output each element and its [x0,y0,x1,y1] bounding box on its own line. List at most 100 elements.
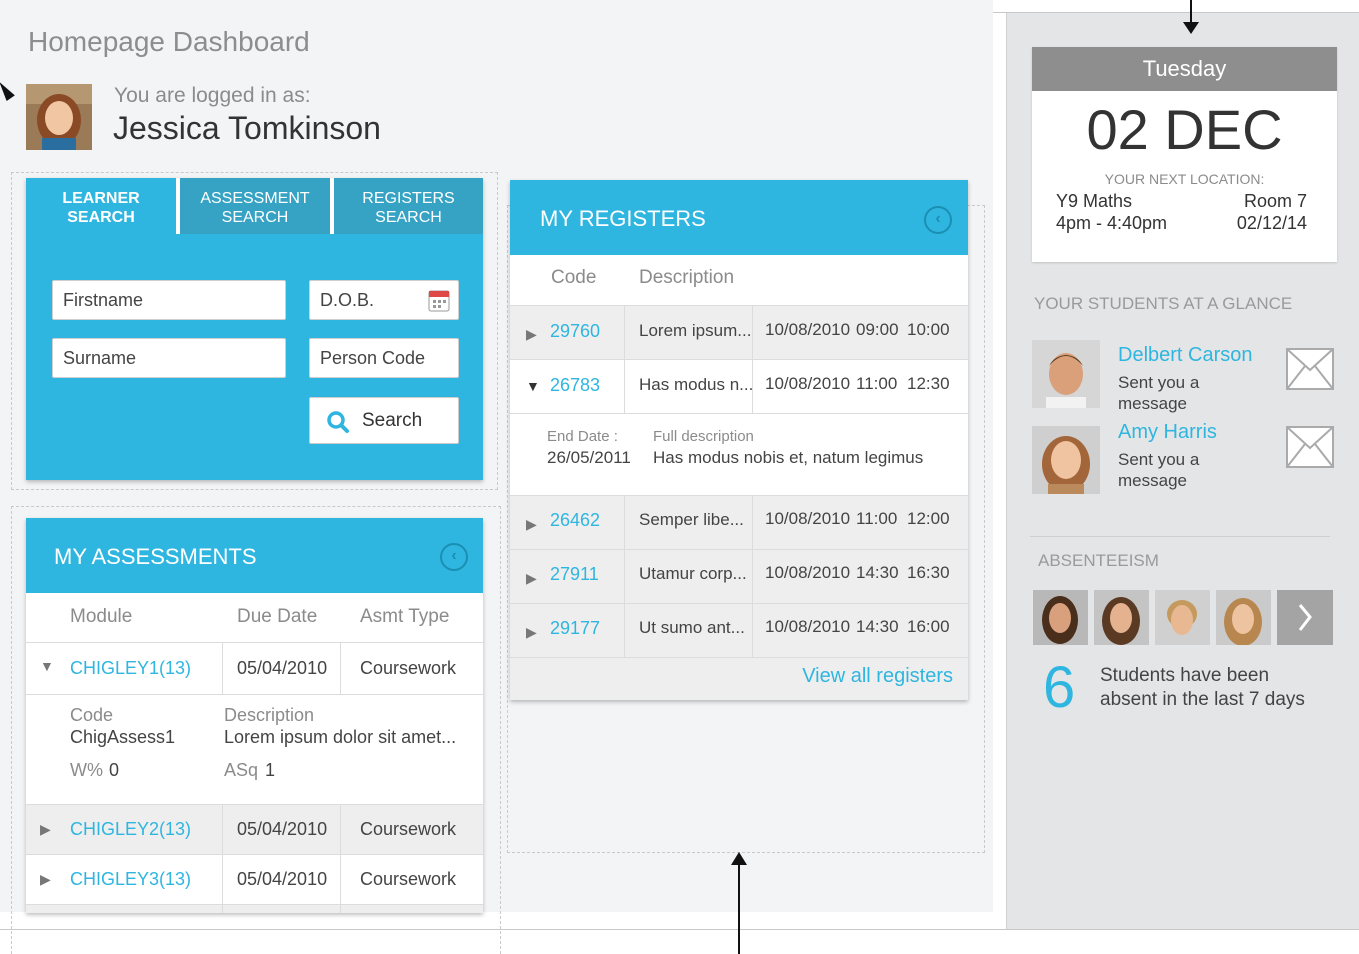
register-start-time: 11:00 [856,374,898,393]
absent-count: 6 [1043,655,1076,720]
my-assessments-panel: MY ASSESSMENTS ‹ Module Due Date Asmt Ty… [26,518,483,913]
student-thumbnail[interactable] [1216,590,1271,645]
detail-value: 1 [265,760,276,780]
expand-arrow-icon[interactable]: ▶ [526,326,537,343]
column-header: Asmt Type [360,606,450,627]
absent-line: absent in the last 7 days [1100,689,1305,710]
detail-value: Has modus nobis et, natum legimus [653,448,924,467]
register-date: 10/08/2010 [765,509,851,528]
register-code-link[interactable]: 26783 [550,360,600,413]
absenteeism-title: ABSENTEEISM [1038,551,1159,570]
expand-arrow-icon[interactable]: ▶ [40,871,51,888]
logged-in-label: You are logged in as: [114,84,311,107]
student-name-link[interactable]: Amy Harris [1118,421,1217,444]
register-end-time: 10:00 [907,320,950,339]
page-title: Homepage Dashboard [28,26,310,57]
table-row[interactable]: ▶ 29177 Ut sumo ant... 10/08/2010 14:30 … [510,603,968,657]
module-link[interactable]: CHIGLEY1(13) [70,643,191,694]
dob-input[interactable]: D.O.B. [309,280,459,320]
detail-value: Lorem ipsum dolor sit amet... [224,727,457,747]
search-button[interactable]: Search [309,397,459,444]
collapse-icon[interactable]: ‹ [924,206,952,234]
tab-label: LEARNER [62,190,140,207]
assessment-type: Coursework [360,819,457,839]
student-name-link[interactable]: Delbert Carson [1118,344,1253,367]
table-row[interactable]: ▼ 26783 Has modus n... 10/08/2010 11:00 … [510,359,968,413]
tab-registers-search[interactable]: REGISTERS SEARCH [330,178,483,234]
module-link[interactable]: CHIGLEY2(13) [70,805,191,854]
student-thumbnail[interactable] [1094,590,1149,645]
student-thumbnail[interactable] [1155,590,1210,645]
student-thumbnail[interactable] [1033,590,1088,645]
detail-value: ChigAssess1 [70,727,176,747]
divider [510,657,968,658]
detail-label: End Date : [547,428,618,445]
chevron-right-icon [1298,604,1312,631]
view-all-registers-link[interactable]: View all registers [802,665,953,688]
divider [222,905,223,913]
next-location-label: YOUR NEXT LOCATION: [1104,171,1265,187]
register-description: Utamur corp... [639,564,747,583]
table-row[interactable]: ▶ 26462 Semper libe... 10/08/2010 11:00 … [510,495,968,549]
calendar-icon[interactable] [428,288,450,317]
detail-label: Code [70,705,114,725]
next-time: 4pm - 4:40pm [1056,213,1168,233]
detail-value: 0 [109,760,120,780]
firstname-input[interactable]: Firstname [52,280,286,320]
assessment-type: Coursework [360,869,457,889]
person-code-input[interactable]: Person Code [309,338,459,378]
divider [222,855,223,904]
divider [752,360,753,413]
table-row[interactable]: ▶ CHIGLEY2(13) 05/04/2010 Coursework [26,804,483,854]
student-avatar[interactable] [1032,426,1100,494]
expand-arrow-icon[interactable]: ▶ [526,624,537,641]
register-code-link[interactable]: 29177 [550,604,600,657]
column-header: Due Date [237,606,318,627]
table-row[interactable]: ▶ 29760 Lorem ipsum... 10/08/2010 09:00 … [510,305,968,359]
tab-label: SEARCH [221,209,289,226]
table-row[interactable]: ▶ CHIGLEY3(13) 05/04/2010 Coursework [26,854,483,904]
surname-input[interactable]: Surname [52,338,286,378]
expand-arrow-icon[interactable]: ▶ [526,570,537,587]
envelope-icon[interactable] [1286,426,1334,468]
register-date: 10/08/2010 [765,320,851,339]
tab-label: ASSESSMENT [200,190,310,207]
divider [624,306,625,359]
annotation-arrow [738,864,740,954]
expanded-arrow-icon[interactable]: ▼ [526,378,540,394]
divider [340,855,341,904]
dob-placeholder: D.O.B. [320,290,375,310]
register-start-time: 14:30 [856,617,899,636]
expand-arrow-icon[interactable]: ▶ [40,821,51,838]
detail-label: W% [70,760,103,780]
tab-assessment-search[interactable]: ASSESSMENT SEARCH [176,178,330,234]
collapse-icon[interactable]: ‹ [440,543,468,571]
due-date: 05/04/2010 [237,819,328,839]
calendar-day: Tuesday [1032,47,1337,91]
table-row[interactable]: ▼ CHIGLEY1(13) 05/04/2010 Coursework [26,642,483,694]
register-code-link[interactable]: 26462 [550,496,600,549]
register-code-link[interactable]: 27911 [550,550,599,603]
tab-label: REGISTERS [362,190,455,207]
students-section-title: YOUR STUDENTS AT A GLANCE [1034,294,1293,313]
divider [624,360,625,413]
surname-placeholder: Surname [63,348,137,368]
divider [752,604,753,657]
register-code-link[interactable]: 29760 [550,306,600,359]
expanded-arrow-icon[interactable]: ▼ [40,658,54,674]
detail-value: 26/05/2011 [547,448,631,467]
student-avatar[interactable] [1032,340,1100,408]
next-arrow-button[interactable] [1277,590,1333,645]
table-header-row: Code Description [510,255,968,305]
due-date: 05/04/2010 [237,658,328,678]
tab-learner-search[interactable]: LEARNER SEARCH [26,178,176,234]
divider [752,306,753,359]
module-link[interactable]: CHIGLEY3(13) [70,855,191,904]
annotation-arrowhead [1183,22,1199,34]
expand-arrow-icon[interactable]: ▶ [526,516,537,533]
register-end-time: 12:30 [907,374,950,393]
envelope-icon[interactable] [1286,348,1334,390]
register-date: 10/08/2010 [765,563,851,582]
table-row[interactable]: ▶ 27911 Utamur corp... 10/08/2010 14:30 … [510,549,968,603]
register-end-time: 16:30 [907,563,950,582]
